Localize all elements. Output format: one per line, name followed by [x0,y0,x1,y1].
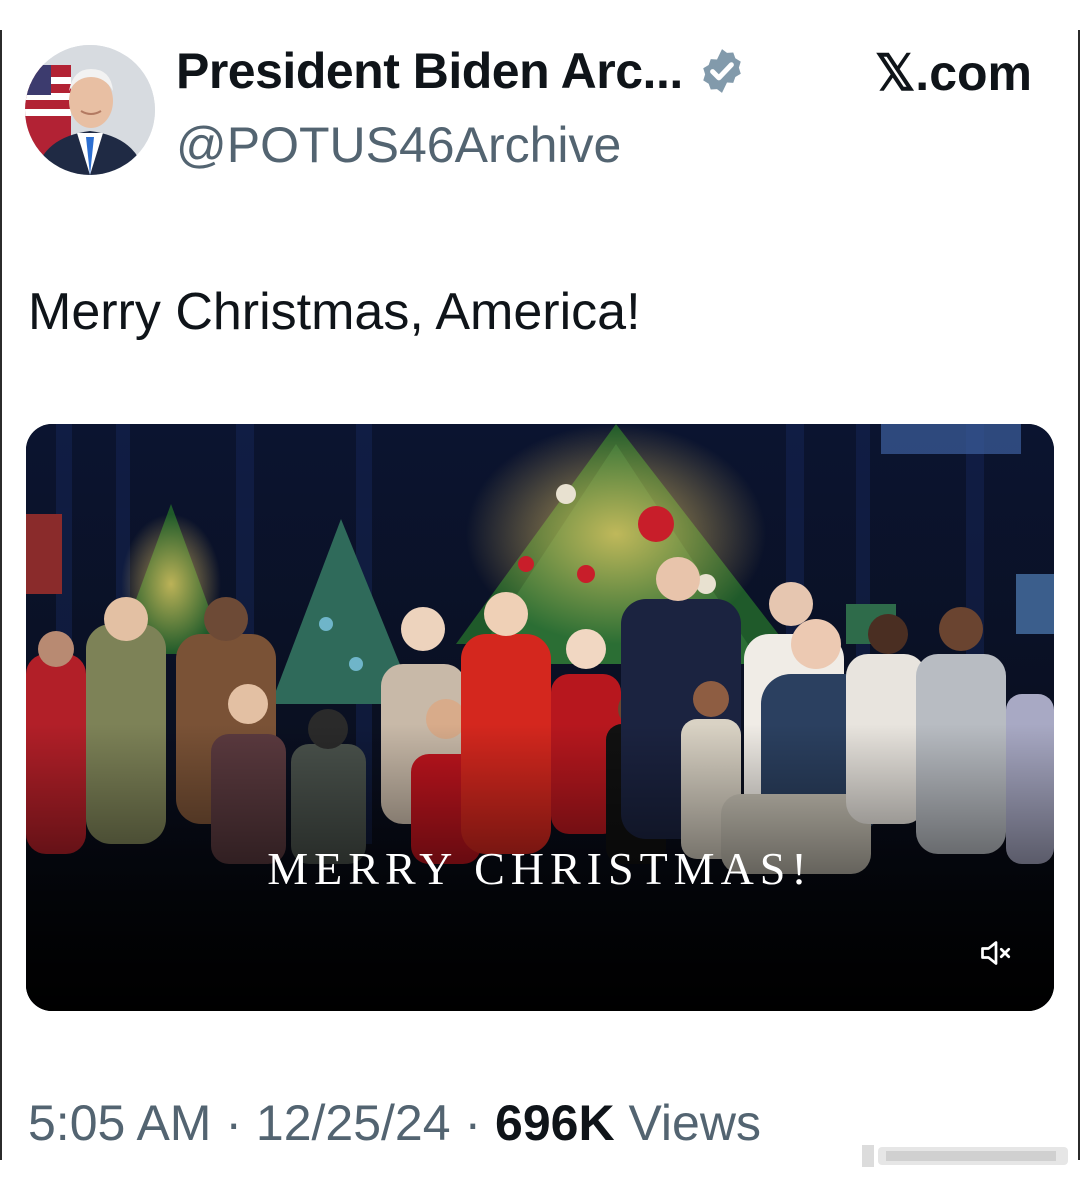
post-date[interactable]: 12/25/24 [256,1095,451,1151]
views-count: 696K [495,1095,615,1151]
watermark-image [862,1145,1068,1167]
post-time[interactable]: 5:05 AM [28,1095,211,1151]
post-text: Merry Christmas, America! [28,283,641,341]
separator: · [464,1095,482,1151]
verified-badge-icon [702,49,741,93]
site-label[interactable]: 𝕏.com [875,44,1032,102]
avatar[interactable] [25,45,155,175]
separator: · [225,1095,243,1151]
user-handle[interactable]: @POTUS46Archive [176,116,621,174]
post-header: President Biden Arc... 𝕏.com @POTUS46Arc… [0,0,1080,200]
display-name[interactable]: President Biden Arc... [176,42,683,100]
views-label: Views [628,1095,761,1151]
video-player[interactable]: MERRY CHRISTMAS! [26,424,1054,1011]
speaker-muted-icon[interactable] [978,935,1014,971]
video-frame [26,424,1054,1011]
name-row: President Biden Arc... [176,42,747,100]
post-metadata: 5:05 AM · 12/25/24 · 696K Views [28,1094,761,1152]
video-caption: MERRY CHRISTMAS! [267,843,813,894]
